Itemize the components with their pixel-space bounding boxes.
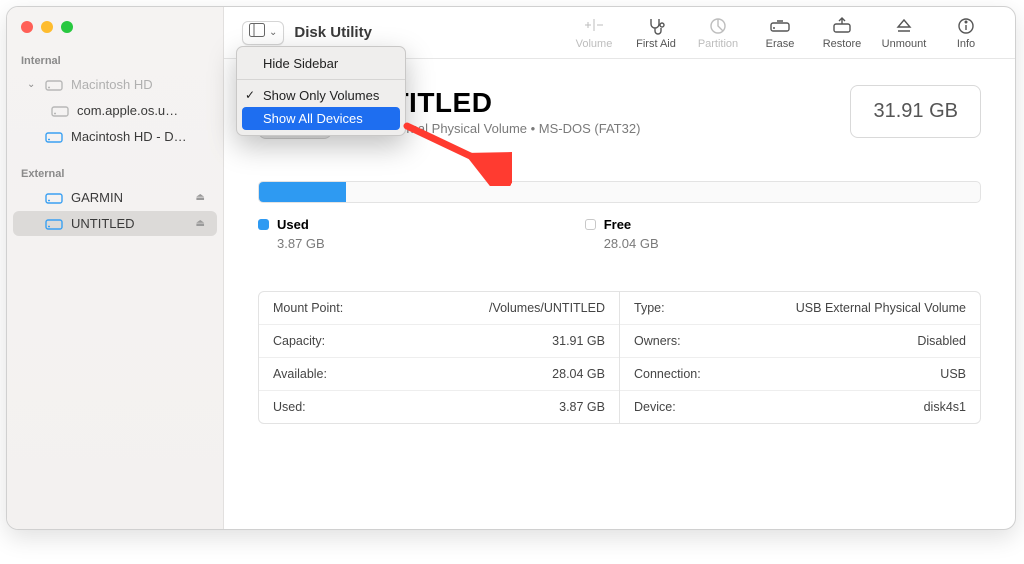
toolbar-label: Volume [576,38,613,50]
sidebar-item-label: com.apple.os.u… [77,103,178,118]
menu-item-label: Show All Devices [263,111,363,126]
usage-bar-used [259,182,346,202]
toolbar-label: Unmount [882,38,927,50]
toolbar-label: Restore [823,38,862,50]
detail-row: Mount Point: /Volumes/UNTITLED [259,292,619,325]
window-controls [7,17,223,51]
eject-icon [895,16,913,36]
eject-icon[interactable]: ⏏ [196,192,205,203]
detail-key: Owners: [634,334,681,348]
toolbar-unmount-button[interactable]: Unmount [873,16,935,50]
pie-icon [709,16,727,36]
toolbar-info-button[interactable]: Info [935,16,997,50]
swatch-free [585,219,596,230]
detail-key: Mount Point: [273,301,343,315]
detail-value: Disabled [917,334,966,348]
disk-icon [45,217,63,231]
close-window-button[interactable] [21,21,33,33]
usage-bar [258,181,981,203]
detail-key: Used: [273,400,306,414]
toolbar-label: Info [957,38,975,50]
detail-value: disk4s1 [924,400,966,414]
swatch-used [258,219,269,230]
detail-row: Owners: Disabled [620,325,980,358]
chevron-down-icon: ⌄ [27,79,37,90]
details-table: Mount Point: /Volumes/UNTITLED Capacity: 31… [258,291,981,424]
menu-item[interactable]: Hide Sidebar [237,52,405,75]
sidebar-item[interactable]: GARMIN ⏏ [13,185,217,210]
legend-free-label: Free [604,217,631,232]
toolbar-label: First Aid [636,38,676,50]
restore-icon [832,16,852,36]
legend-free: Free 28.04 GB [585,217,659,251]
sidebar: Internal ⌄ Macintosh HD com.apple.os.u… Maci… [7,7,224,529]
detail-value: 31.91 GB [552,334,605,348]
detail-row: Type: USB External Physical Volume [620,292,980,325]
toolbar-erase-button[interactable]: Erase [749,16,811,50]
sidebar-item[interactable]: com.apple.os.u… [13,98,217,123]
detail-value: USB External Physical Volume [796,301,966,315]
disk-icon [45,78,63,92]
detail-key: Capacity: [273,334,325,348]
chevron-down-icon: ⌄ [265,27,277,38]
detail-value: 28.04 GB [552,367,605,381]
legend-used-value: 3.87 GB [258,236,325,251]
app-title: Disk Utility [294,24,372,41]
zoom-window-button[interactable] [61,21,73,33]
info-icon [957,16,975,36]
sidebar-item[interactable]: UNTITLED ⏏ [13,211,217,236]
toolbar-restore-button[interactable]: Restore [811,16,873,50]
menu-item[interactable]: Show All Devices [242,107,400,130]
sidebar-item-label: Macintosh HD - D… [71,129,187,144]
toolbar-label: Erase [766,38,795,50]
sidebar-item-label: Macintosh HD [71,77,153,92]
stethoscope-icon [646,16,666,36]
detail-key: Connection: [634,367,701,381]
toolbar-label: Partition [698,38,738,50]
app-window: Internal ⌄ Macintosh HD com.apple.os.u… Maci… [6,6,1016,530]
menu-item-label: Show Only Volumes [263,88,379,103]
volume-size: 31.91 GB [850,85,981,138]
detail-row: Capacity: 31.91 GB [259,325,619,358]
detail-row: Used: 3.87 GB [259,391,619,423]
sidebar-item-label: UNTITLED [71,216,135,231]
toolbar-first-aid-button[interactable]: First Aid [625,16,687,50]
sidebar-item-label: GARMIN [71,190,123,205]
legend-used: Used 3.87 GB [258,217,325,251]
detail-value: USB [940,367,966,381]
detail-value: /Volumes/UNTITLED [489,301,605,315]
menu-item[interactable]: ✓ Show Only Volumes [237,84,405,107]
disk-icon [45,130,63,144]
detail-key: Available: [273,367,327,381]
view-options-button[interactable]: ⌄ [242,21,284,45]
menu-item-label: Hide Sidebar [263,56,338,71]
menu-separator [237,79,405,80]
legend-free-value: 28.04 GB [585,236,659,251]
sidebar-item[interactable]: Macintosh HD - D… [13,124,217,149]
plus-minus-icon [583,16,605,36]
view-options-menu: Hide Sidebar ✓ Show Only Volumes Show All D… [236,46,406,136]
toolbar-partition-button: Partition [687,16,749,50]
disk-icon [45,191,63,205]
detail-row: Device: disk4s1 [620,391,980,423]
detail-key: Type: [634,301,665,315]
toolbar-volume-button: Volume [563,16,625,50]
detail-key: Device: [634,400,676,414]
detail-value: 3.87 GB [559,400,605,414]
eject-icon[interactable]: ⏏ [196,218,205,229]
erase-icon [769,16,791,36]
disk-icon [51,104,69,118]
minimize-window-button[interactable] [41,21,53,33]
sidebar-item[interactable]: ⌄ Macintosh HD [13,72,217,97]
sidebar-toggle-icon [249,23,265,42]
legend-used-label: Used [277,217,309,232]
sidebar-group-label: Internal [7,51,223,71]
sidebar-group-label: External [7,164,223,184]
check-icon: ✓ [245,88,255,102]
detail-row: Connection: USB [620,358,980,391]
detail-row: Available: 28.04 GB [259,358,619,391]
